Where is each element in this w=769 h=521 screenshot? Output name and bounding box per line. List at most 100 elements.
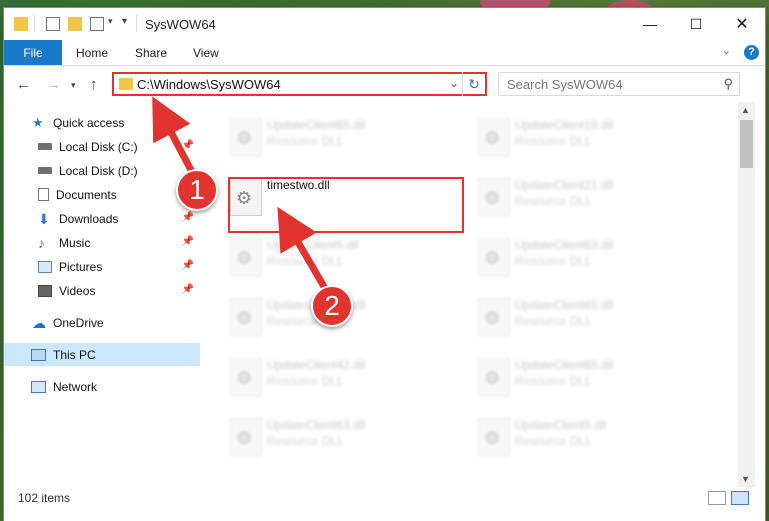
navigation-pane: ★ Quick access Local Disk (C:) 📌 Local D… xyxy=(4,102,200,487)
scroll-down-icon[interactable]: ▼ xyxy=(741,474,750,484)
folder-icon xyxy=(119,78,133,90)
pin-icon[interactable]: 📌 xyxy=(182,236,194,247)
music-icon: ♪ xyxy=(38,234,45,251)
sidebar-item-music[interactable]: ♪ Music 📌 xyxy=(4,231,200,254)
recent-locations-icon[interactable]: ▾ xyxy=(71,80,76,91)
list-item[interactable]: UpdateClient42.dll Resource DLL xyxy=(220,350,430,400)
sidebar-item-this-pc[interactable]: This PC xyxy=(4,343,200,366)
sidebar-item-network[interactable]: Network xyxy=(4,375,200,398)
dll-file-icon xyxy=(230,118,262,156)
minimize-button[interactable]: — xyxy=(627,8,673,40)
dll-file-icon xyxy=(478,118,510,156)
dll-file-icon xyxy=(478,298,510,336)
up-button[interactable]: ↑ xyxy=(90,76,98,93)
tab-home[interactable]: Home xyxy=(76,46,108,60)
file-name: UpdateClient21.dll xyxy=(515,178,614,192)
sidebar-item-label: This PC xyxy=(53,347,96,362)
network-icon xyxy=(31,380,46,393)
sidebar-item-label: Music xyxy=(59,235,91,250)
rename-icon[interactable] xyxy=(90,17,104,31)
vertical-scrollbar[interactable]: ▲ ▼ xyxy=(738,102,755,487)
file-type: Resource DLL xyxy=(515,134,592,148)
cloud-icon: ☁ xyxy=(32,314,46,331)
item-count: 102 items xyxy=(18,491,71,505)
downloads-icon: ⬇ xyxy=(38,210,50,227)
file-type: Resource DLL xyxy=(515,194,592,208)
sidebar-item-label: Documents xyxy=(56,187,117,202)
close-button[interactable]: ✕ xyxy=(719,8,765,40)
customize-toolbar-icon[interactable]: ▾ xyxy=(122,16,127,27)
file-type: Resource DLL xyxy=(515,254,592,268)
large-icons-view-icon[interactable] xyxy=(731,491,749,505)
list-item[interactable]: UpdateClient65.dll Resource DLL xyxy=(468,290,678,340)
list-item[interactable]: UpdateClient63.dll Resource DLL xyxy=(220,410,430,460)
sidebar-item-pictures[interactable]: Pictures 📌 xyxy=(4,255,200,278)
sidebar-item-quick-access[interactable]: ★ Quick access xyxy=(4,111,200,134)
pictures-icon xyxy=(38,260,52,273)
sidebar-item-onedrive[interactable]: ☁ OneDrive xyxy=(4,311,200,334)
file-name: UpdateClient65.dll xyxy=(515,358,614,372)
address-path[interactable]: C:\Windows\SysWOW64 xyxy=(137,77,281,92)
dll-file-icon xyxy=(478,418,510,456)
file-name: UpdateClient65.dll xyxy=(515,298,614,312)
file-type: Resource DLL xyxy=(515,374,592,388)
pin-icon[interactable]: 📌 xyxy=(182,140,194,151)
new-folder-icon[interactable] xyxy=(68,17,82,31)
list-item[interactable]: UpdateClient5.dll Resource DLL xyxy=(220,230,430,280)
dll-file-icon xyxy=(230,298,262,336)
sidebar-item-label: OneDrive xyxy=(53,315,104,330)
title-bar: ▾ ▾ SysWOW64 — ☐ ✕ xyxy=(4,8,765,40)
dll-file-icon xyxy=(230,238,262,276)
properties-icon[interactable] xyxy=(46,17,60,31)
tab-view[interactable]: View xyxy=(193,46,219,60)
sidebar-item-videos[interactable]: Videos 📌 xyxy=(4,279,200,302)
sidebar-item-label: Downloads xyxy=(59,211,119,226)
window-title: SysWOW64 xyxy=(145,17,216,32)
search-icon[interactable]: ⚲ xyxy=(723,76,733,92)
search-placeholder: Search SysWOW64 xyxy=(507,77,623,92)
divider xyxy=(136,14,137,32)
sidebar-item-local-disk-d[interactable]: Local Disk (D:) xyxy=(4,159,200,182)
navigation-bar: ← → ▾ ↑ C:\Windows\SysWOW64 ⌄ ↻ Search S… xyxy=(4,66,765,102)
scroll-thumb[interactable] xyxy=(740,120,753,168)
file-type: Resource DLL xyxy=(267,434,344,448)
dll-file-icon xyxy=(478,238,510,276)
sidebar-item-local-disk-c[interactable]: Local Disk (C:) 📌 xyxy=(4,135,200,158)
address-bar[interactable]: C:\Windows\SysWOW64 ⌄ ↻ xyxy=(112,72,487,96)
file-name: UpdateClient5.dll xyxy=(515,418,607,432)
chevron-down-icon[interactable]: ▾ xyxy=(108,16,113,27)
folder-icon xyxy=(14,17,28,31)
computer-icon xyxy=(31,348,46,361)
list-item[interactable]: UpdateClient21.dll Resource DLL xyxy=(468,170,678,220)
drive-icon xyxy=(38,167,52,174)
dll-file-icon xyxy=(478,358,510,396)
pin-icon[interactable]: 📌 xyxy=(182,284,194,295)
refresh-button[interactable]: ↻ xyxy=(462,72,485,96)
pin-icon[interactable]: 📌 xyxy=(182,260,194,271)
forward-button[interactable]: → xyxy=(46,76,61,93)
sidebar-item-documents[interactable]: Documents xyxy=(4,183,200,206)
scroll-up-icon[interactable]: ▲ xyxy=(741,105,750,115)
tab-file[interactable]: File xyxy=(4,40,62,65)
list-item[interactable]: UpdateClient5.dll Resource DLL xyxy=(468,410,678,460)
list-item[interactable]: UpdateClient63.dll Resource DLL xyxy=(468,230,678,280)
search-input[interactable]: Search SysWOW64 ⚲ xyxy=(498,72,740,96)
videos-icon xyxy=(38,284,52,297)
back-button[interactable]: ← xyxy=(16,76,31,93)
step-2-badge: 2 xyxy=(311,285,353,327)
tab-share[interactable]: Share xyxy=(135,46,167,60)
expand-ribbon-icon[interactable]: ⌄ xyxy=(722,44,731,57)
help-icon[interactable]: ? xyxy=(744,45,759,60)
list-item[interactable]: UpdateClient65.dll Resource DLL xyxy=(468,350,678,400)
ribbon-tabs: File Home Share View ⌄ ? xyxy=(4,40,765,66)
list-item[interactable]: UpdateClient19.dll Resource DLL xyxy=(468,110,678,160)
file-highlight-box xyxy=(228,177,464,233)
pin-icon[interactable]: 📌 xyxy=(182,212,194,223)
chevron-down-icon[interactable]: ⌄ xyxy=(449,76,459,90)
details-view-icon[interactable] xyxy=(708,491,726,505)
file-name: UpdateClient5.dll xyxy=(267,238,359,252)
maximize-button[interactable]: ☐ xyxy=(673,8,719,40)
list-item[interactable]: UpdateClient65.dll Resource DLL xyxy=(220,110,430,160)
sidebar-item-downloads[interactable]: ⬇ Downloads 📌 xyxy=(4,207,200,230)
dll-file-icon xyxy=(230,358,262,396)
